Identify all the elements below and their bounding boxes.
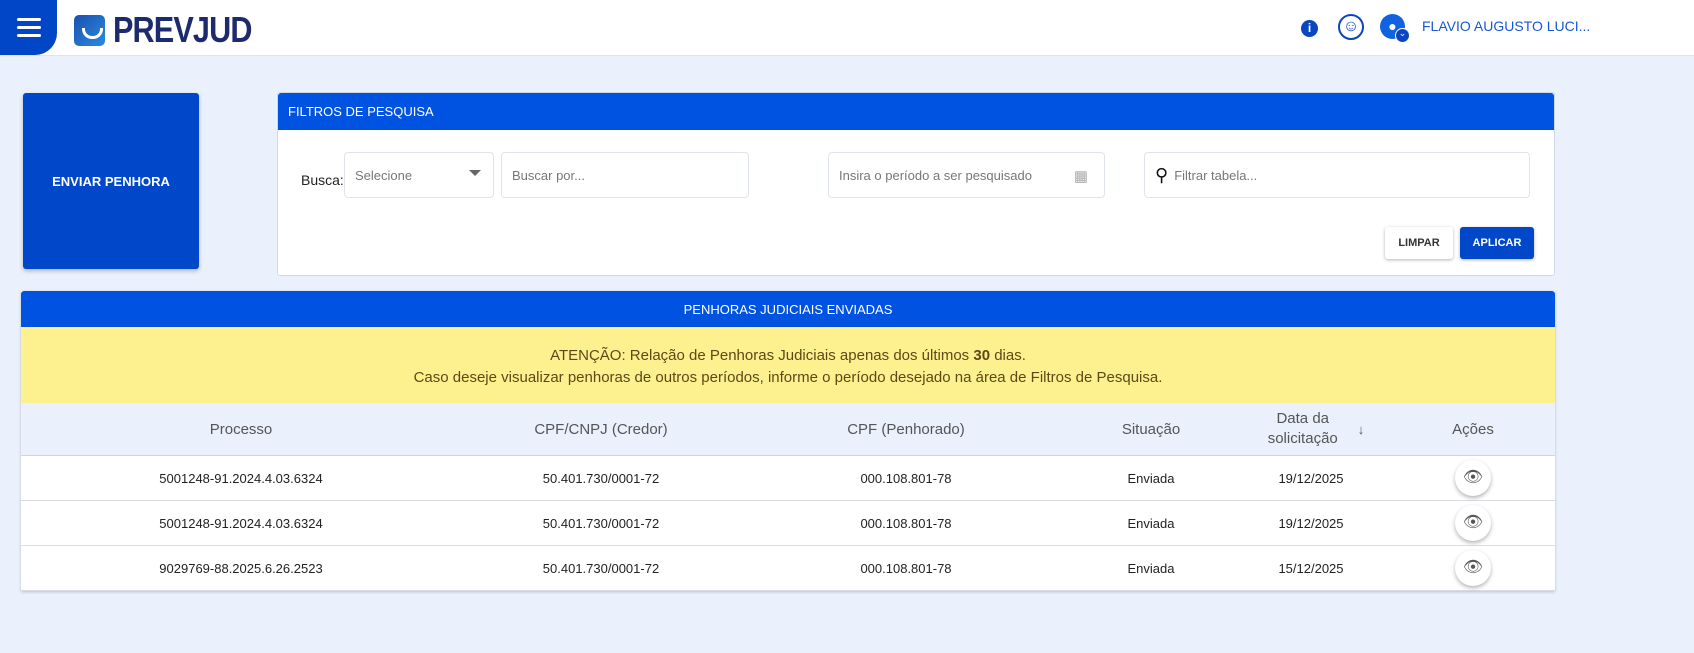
table-row: 9029769-88.2025.6.26.2523 50.401.730/0001…	[21, 546, 1555, 591]
sort-down-icon[interactable]: ↓	[1358, 422, 1365, 437]
busca-label: Busca:	[301, 172, 344, 188]
logo: PREVJUD	[74, 9, 276, 51]
cell-acoes: 👁	[1391, 550, 1555, 586]
col-penhorado[interactable]: CPF (Penhorado)	[741, 421, 1071, 438]
col-credor[interactable]: CPF/CNPJ (Credor)	[461, 421, 741, 438]
search-icon: ⚲	[1155, 164, 1169, 185]
calendar-icon[interactable]: ▦	[1074, 167, 1088, 185]
col-situacao[interactable]: Situação	[1071, 421, 1231, 438]
clear-button[interactable]: LIMPAR	[1385, 227, 1453, 259]
filters-title: FILTROS DE PESQUISA	[278, 93, 1554, 130]
alert-text-end: dias.	[990, 347, 1026, 364]
dropdown-arrow-icon	[469, 170, 481, 182]
cell-processo: 5001248-91.2024.4.03.6324	[159, 470, 323, 486]
cell-data: 19/12/2025	[1278, 515, 1344, 531]
table-title: PENHORAS JUDICIAIS ENVIADAS	[21, 291, 1555, 327]
cell-acoes: 👁	[1391, 505, 1555, 541]
cell-credor: 50.401.730/0001-72	[542, 515, 660, 531]
period-placeholder: Insira o período a ser pesquisado	[839, 167, 1032, 183]
info-icon[interactable]: i	[1301, 20, 1318, 37]
penhoras-table: PENHORAS JUDICIAIS ENVIADAS ATENÇÃO: Rel…	[21, 291, 1555, 591]
view-eye-icon[interactable]: 👁	[1455, 550, 1491, 586]
apply-button[interactable]: APLICAR	[1460, 227, 1534, 259]
alert-line-2: Caso deseje visualizar penhoras de outro…	[413, 369, 1163, 386]
alert-text: ATENÇÃO: Relação de Penhoras Judiciais a…	[550, 347, 974, 364]
accessibility-icon[interactable]: ☺	[1338, 14, 1364, 40]
column-headers: Processo CPF/CNPJ (Credor) CPF (Penhorad…	[21, 403, 1555, 456]
view-eye-icon[interactable]: 👁	[1455, 505, 1491, 541]
alert-days: 30	[973, 347, 991, 364]
col-acoes: Ações	[1452, 420, 1494, 438]
col-data[interactable]: Data da solicitação ↓	[1231, 409, 1391, 449]
cell-credor: 50.401.730/0001-72	[542, 560, 660, 576]
attention-alert: ATENÇÃO: Relação de Penhoras Judiciais a…	[21, 327, 1555, 403]
cell-situacao: Enviada	[1127, 470, 1175, 486]
select-value: Selecione	[355, 167, 413, 183]
table-row: 5001248-91.2024.4.03.6324 50.401.730/0001…	[21, 501, 1555, 546]
filters-panel: FILTROS DE PESQUISA Busca: Selecione Bus…	[277, 92, 1555, 276]
cell-penhorado: 000.108.801-78	[860, 515, 952, 531]
cell-situacao: Enviada	[1127, 560, 1175, 576]
cell-penhorado: 000.108.801-78	[860, 560, 952, 576]
enviar-penhora-button[interactable]: ENVIAR PENHORA	[23, 93, 199, 269]
logo-icon	[74, 14, 105, 46]
cell-acoes: 👁	[1391, 460, 1555, 496]
cell-processo: 9029769-88.2025.6.26.2523	[159, 560, 323, 576]
top-header: PREVJUD i ☺ ● FLAVIO AUGUSTO LUCI...	[0, 0, 1694, 56]
col-data-label: Data da solicitação	[1267, 410, 1338, 447]
logo-text: PREVJUD	[113, 9, 252, 50]
cell-penhorado: 000.108.801-78	[860, 470, 952, 486]
cell-data: 15/12/2025	[1278, 560, 1344, 576]
user-name[interactable]: FLAVIO AUGUSTO LUCI...	[1422, 18, 1590, 34]
period-input[interactable]: Insira o período a ser pesquisado ▦	[828, 152, 1105, 198]
cell-processo: 5001248-91.2024.4.03.6324	[159, 515, 323, 531]
user-icon[interactable]: ●	[1380, 14, 1410, 43]
search-input[interactable]: Buscar por...	[501, 152, 749, 198]
view-eye-icon[interactable]: 👁	[1455, 460, 1491, 496]
table-filter-input[interactable]: ⚲ Filtrar tabela...	[1144, 152, 1530, 198]
cell-data: 19/12/2025	[1278, 470, 1344, 486]
col-processo[interactable]: Processo	[21, 421, 461, 438]
menu-button[interactable]	[0, 0, 57, 55]
cell-credor: 50.401.730/0001-72	[542, 470, 660, 486]
search-placeholder: Buscar por...	[512, 167, 585, 183]
table-row: 5001248-91.2024.4.03.6324 50.401.730/0001…	[21, 456, 1555, 501]
cell-situacao: Enviada	[1127, 515, 1175, 531]
busca-select[interactable]: Selecione	[344, 152, 494, 198]
table-filter-placeholder: Filtrar tabela...	[1174, 167, 1258, 183]
